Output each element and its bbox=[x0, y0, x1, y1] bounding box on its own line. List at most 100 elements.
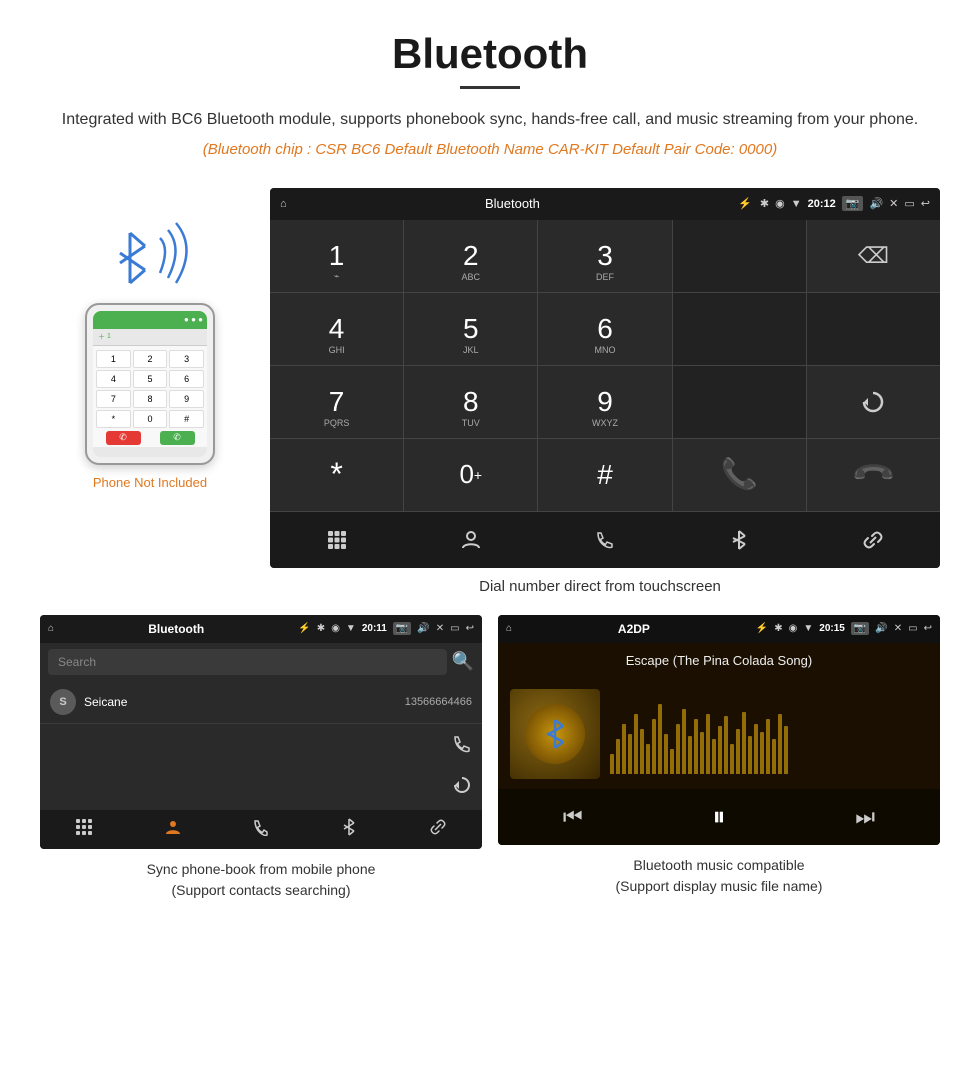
middle-section: ● ● ● ＋1 1 2 3 4 5 6 7 8 9 bbox=[0, 188, 980, 568]
dial-bottom-nav bbox=[270, 511, 940, 568]
phone-key-3[interactable]: 3 bbox=[169, 350, 204, 368]
music-bar bbox=[694, 719, 698, 774]
bluetooth-graphic bbox=[100, 218, 200, 293]
music-bar bbox=[688, 736, 692, 774]
dial-home-icon[interactable]: ⌂ bbox=[280, 198, 287, 210]
music-volume-icon[interactable]: 🔊 bbox=[875, 623, 887, 634]
pb-nav-contacts[interactable] bbox=[164, 818, 182, 841]
pb-contact-name: Seicane bbox=[84, 695, 397, 709]
music-bar bbox=[622, 724, 626, 774]
pb-gps-icon: ◉ bbox=[331, 623, 340, 634]
pb-window-icon[interactable]: ▭ bbox=[450, 623, 459, 634]
nav-bluetooth-icon[interactable] bbox=[719, 522, 759, 558]
dial-key-9[interactable]: 9WXYZ bbox=[538, 366, 671, 438]
pb-nav-link[interactable] bbox=[429, 818, 447, 841]
music-statusbar: ⌂ A2DP ⚡ ✱ ◉ ▼ 20:15 📷 🔊 ✕ ▭ ↩ bbox=[498, 615, 940, 643]
phone-key-5[interactable]: 5 bbox=[133, 370, 168, 388]
phone-keypad: 1 2 3 4 5 6 7 8 9 * 0 # ✆ bbox=[93, 346, 207, 447]
dial-key-1[interactable]: 1⌁ bbox=[270, 220, 403, 292]
phone-area: ● ● ● ＋1 1 2 3 4 5 6 7 8 9 bbox=[40, 188, 260, 490]
pb-call-action-icon[interactable] bbox=[452, 734, 472, 759]
pb-search-box[interactable]: Search bbox=[48, 649, 447, 675]
dial-key-5[interactable]: 5JKL bbox=[404, 293, 537, 365]
phone-key-7[interactable]: 7 bbox=[96, 390, 131, 408]
nav-keypad-icon[interactable] bbox=[317, 522, 357, 558]
dial-back-icon[interactable]: ↩ bbox=[921, 197, 930, 210]
dial-volume-icon[interactable]: 🔊 bbox=[869, 197, 883, 210]
music-camera-icon: 📷 bbox=[851, 622, 869, 635]
dial-close-icon[interactable]: ✕ bbox=[889, 197, 898, 210]
music-bar bbox=[712, 739, 716, 774]
dial-gps-icon: ◉ bbox=[775, 197, 785, 210]
phone-not-included-label: Phone Not Included bbox=[93, 475, 207, 490]
dial-call-button[interactable]: 📞 bbox=[673, 439, 806, 511]
phone-key-1[interactable]: 1 bbox=[96, 350, 131, 368]
dial-status-icons: ✱ ◉ ▼ 20:12 📷 🔊 ✕ ▭ ↩ bbox=[760, 196, 930, 211]
dial-key-6[interactable]: 6MNO bbox=[538, 293, 671, 365]
nav-contacts-icon[interactable] bbox=[451, 522, 491, 558]
phone-bottom-bar bbox=[93, 447, 207, 457]
pb-volume-icon[interactable]: 🔊 bbox=[417, 623, 429, 634]
person-icon bbox=[460, 529, 482, 551]
music-bar bbox=[772, 739, 776, 774]
bottom-section: ⌂ Bluetooth ⚡ ✱ ◉ ▼ 20:11 📷 🔊 ✕ ▭ ↩ Sear… bbox=[0, 615, 980, 931]
music-home-icon[interactable]: ⌂ bbox=[506, 623, 512, 634]
pb-home-icon[interactable]: ⌂ bbox=[48, 623, 54, 634]
phone-icon bbox=[594, 529, 616, 551]
dial-reload-button[interactable] bbox=[807, 366, 940, 438]
music-next-button[interactable]: ⏭ bbox=[855, 804, 875, 830]
dial-key-4[interactable]: 4GHI bbox=[270, 293, 403, 365]
phone-key-6[interactable]: 6 bbox=[169, 370, 204, 388]
pb-refresh-icon[interactable] bbox=[452, 775, 472, 800]
phone-key-0[interactable]: 0 bbox=[133, 410, 168, 428]
nav-link-icon[interactable] bbox=[853, 522, 893, 558]
pb-statusbar: ⌂ Bluetooth ⚡ ✱ ◉ ▼ 20:11 📷 🔊 ✕ ▭ ↩ bbox=[40, 615, 482, 643]
dial-key-7[interactable]: 7PQRS bbox=[270, 366, 403, 438]
pb-contact-row: S Seicane 13566664466 bbox=[40, 681, 482, 724]
phone-key-star[interactable]: * bbox=[96, 410, 131, 428]
music-window-icon[interactable]: ▭ bbox=[908, 623, 917, 634]
dial-key-star[interactable]: * bbox=[270, 439, 403, 511]
nav-phone-icon[interactable] bbox=[585, 522, 625, 558]
dialpad-grid: 1⌁ 2ABC 3DEF ⌫ 4GHI 5JKL 6MNO 7PQRS 8TUV… bbox=[270, 220, 940, 511]
dial-key-hash[interactable]: # bbox=[538, 439, 671, 511]
phone-call-button[interactable]: ✆ bbox=[160, 431, 195, 445]
music-back-icon[interactable]: ↩ bbox=[924, 623, 932, 634]
dial-key-8[interactable]: 8TUV bbox=[404, 366, 537, 438]
pb-nav-keypad[interactable] bbox=[75, 818, 93, 841]
title-divider bbox=[460, 86, 520, 89]
pb-bt-icon: ✱ bbox=[317, 623, 325, 634]
music-bar bbox=[652, 719, 656, 774]
dial-delete-button[interactable]: ⌫ bbox=[807, 220, 940, 292]
dial-window-icon[interactable]: ▭ bbox=[904, 197, 914, 210]
music-gps-icon: ◉ bbox=[789, 623, 798, 634]
music-close-icon[interactable]: ✕ bbox=[894, 623, 902, 634]
dial-end-button[interactable]: 📞 bbox=[807, 439, 940, 511]
phone-end-button[interactable]: ✆ bbox=[106, 431, 141, 445]
pb-usb-icon: ⚡ bbox=[298, 623, 310, 634]
dial-key-0[interactable]: 0+ bbox=[404, 439, 537, 511]
pb-back-icon[interactable]: ↩ bbox=[466, 623, 474, 634]
music-play-button[interactable]: ⏸ bbox=[712, 801, 725, 833]
dial-key-3[interactable]: 3DEF bbox=[538, 220, 671, 292]
dial-statusbar: ⌂ Bluetooth ⚡ ✱ ◉ ▼ 20:12 📷 🔊 ✕ ▭ ↩ bbox=[270, 188, 940, 220]
dial-usb-icon: ⚡ bbox=[738, 197, 752, 210]
pb-search-icon[interactable]: 🔍 bbox=[452, 651, 474, 672]
pb-time: 20:11 bbox=[362, 623, 387, 634]
music-prev-button[interactable]: ⏮ bbox=[563, 804, 583, 830]
dial-key-2[interactable]: 2ABC bbox=[404, 220, 537, 292]
music-bar bbox=[724, 716, 728, 774]
phone-key-8[interactable]: 8 bbox=[133, 390, 168, 408]
pb-contact-avatar: S bbox=[50, 689, 76, 715]
dial-cell-empty-1 bbox=[673, 220, 806, 292]
music-screen: ⌂ A2DP ⚡ ✱ ◉ ▼ 20:15 📷 🔊 ✕ ▭ ↩ Escape (T… bbox=[498, 615, 940, 845]
pb-nav-bluetooth[interactable] bbox=[340, 818, 358, 841]
grid-icon bbox=[326, 529, 348, 551]
phone-key-9[interactable]: 9 bbox=[169, 390, 204, 408]
music-bar bbox=[760, 732, 764, 774]
phone-key-4[interactable]: 4 bbox=[96, 370, 131, 388]
phone-key-hash[interactable]: # bbox=[169, 410, 204, 428]
pb-nav-phone[interactable] bbox=[252, 818, 270, 841]
phone-key-2[interactable]: 2 bbox=[133, 350, 168, 368]
pb-close-icon[interactable]: ✕ bbox=[436, 623, 444, 634]
